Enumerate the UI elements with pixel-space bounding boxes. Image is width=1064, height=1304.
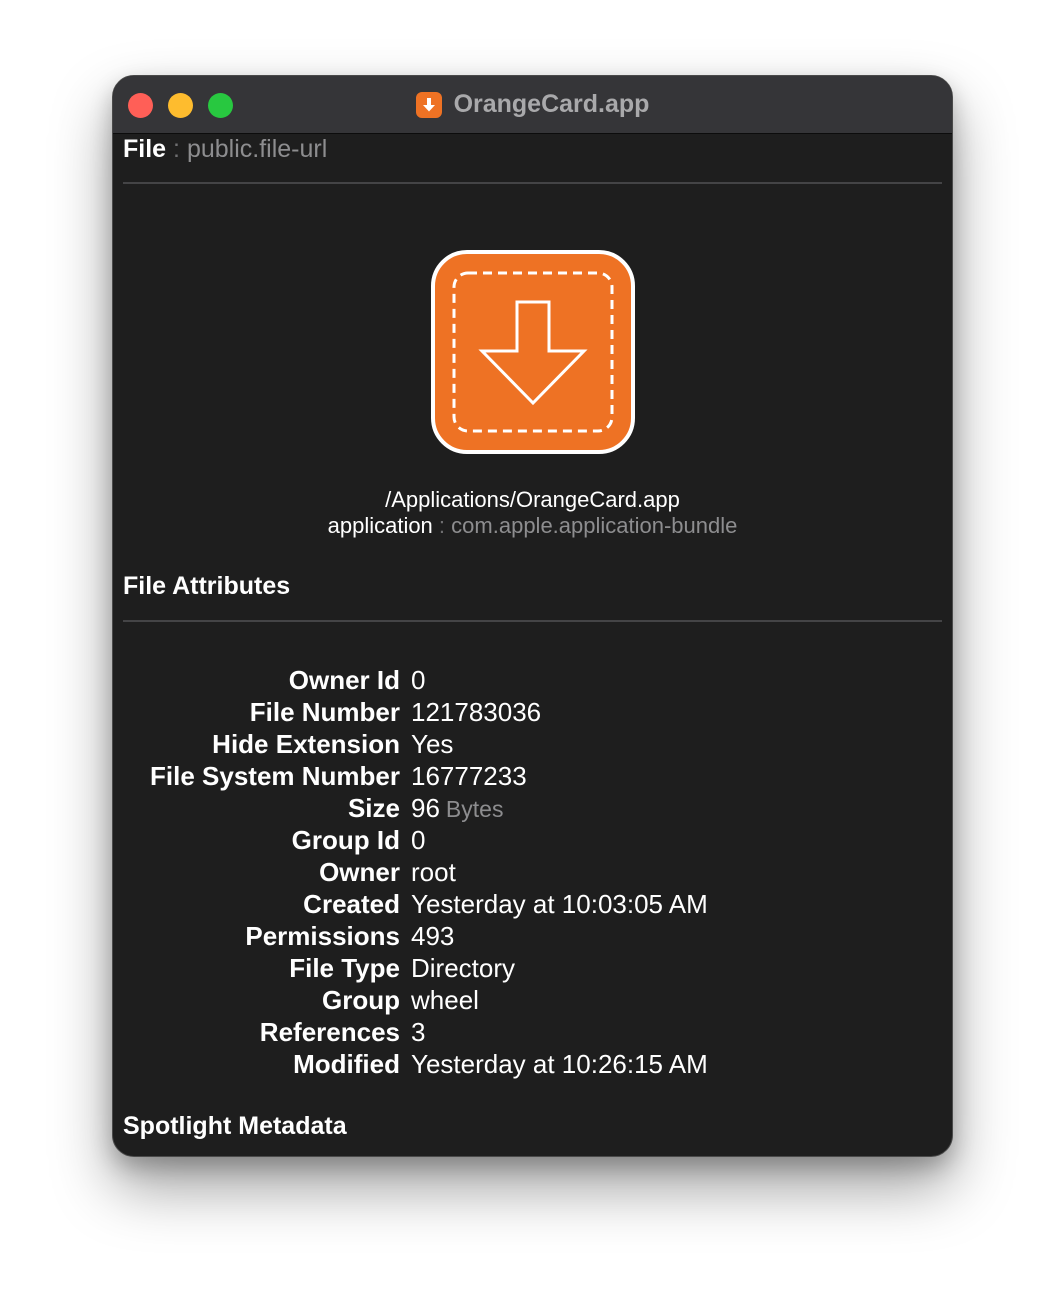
attribute-value: root (411, 857, 456, 887)
attribute-value: 493 (411, 921, 455, 951)
divider (123, 620, 942, 622)
attribute-row-owner: Owner root (113, 856, 952, 888)
file-kind-label: application (327, 513, 433, 538)
file-uti: com.apple.application-bundle (451, 513, 738, 538)
attribute-key: File Type (289, 953, 400, 983)
attribute-key: Hide Extension (212, 729, 400, 759)
attribute-row-created: Created Yesterday at 10:03:05 AM (113, 888, 952, 920)
spotlight-metadata-heading: Spotlight Metadata (123, 1112, 347, 1140)
window-title: OrangeCard.app (453, 90, 650, 118)
attribute-row-group: Group wheel (113, 984, 952, 1016)
attribute-key: Permissions (245, 921, 400, 951)
file-path: /Applications/OrangeCard.app (385, 487, 680, 512)
orangecard-app-icon (431, 250, 635, 454)
download-arrow-icon (415, 91, 442, 118)
size-unit: Bytes (445, 796, 504, 822)
attribute-row-hide-extension: Hide Extension Yes (113, 728, 952, 760)
attribute-value: 96 Bytes (411, 793, 504, 823)
attribute-value: Directory (411, 953, 516, 983)
file-attributes-heading: File Attributes (123, 572, 291, 600)
attribute-value: 0 (411, 665, 426, 695)
attributes-list: Owner Id 0 File Number 121783036 Hide Ex… (113, 664, 952, 1080)
attribute-key: File Number (249, 697, 400, 727)
attribute-key: Group Id (291, 825, 400, 855)
attribute-value: wheel (411, 985, 479, 1015)
attribute-value: 16777233 (411, 761, 527, 791)
attribute-row-references: References 3 (113, 1016, 952, 1048)
attribute-row-size: Size 96 Bytes (113, 792, 952, 824)
attribute-key: Modified (293, 1049, 400, 1079)
divider (123, 182, 942, 184)
colon-separator: : (438, 513, 446, 538)
title-bar[interactable]: OrangeCard.app (113, 76, 952, 134)
inspector-window: OrangeCard.app File : public.file-url /A… (112, 75, 953, 1157)
attribute-row-permissions: Permissions 493 (113, 920, 952, 952)
attribute-key: References (259, 1017, 400, 1047)
attribute-value: 3 (411, 1017, 426, 1047)
attribute-value: Yes (411, 729, 454, 759)
file-kind-line: application : com.apple.application-bund… (113, 513, 952, 539)
attribute-key: Size (347, 793, 400, 823)
attribute-key: Owner (319, 857, 400, 887)
file-type-label: File (123, 135, 167, 163)
attribute-row-file-system-number: File System Number 16777233 (113, 760, 952, 792)
attribute-value: 0 (411, 825, 426, 855)
window-title-group: OrangeCard.app (113, 76, 952, 133)
uti-header: File : public.file-url (123, 135, 327, 164)
attribute-key: Created (303, 889, 400, 919)
colon-separator: : (173, 135, 180, 163)
attribute-value: Yesterday at 10:26:15 AM (411, 1049, 708, 1079)
attribute-key: Group (322, 985, 400, 1015)
file-type-value: public.file-url (186, 135, 328, 163)
attribute-row-file-type: File Type Directory (113, 952, 952, 984)
attribute-row-owner-id: Owner Id 0 (113, 664, 952, 696)
attribute-row-modified: Modified Yesterday at 10:26:15 AM (113, 1048, 952, 1080)
attribute-row-group-id: Group Id 0 (113, 824, 952, 856)
attribute-key: File System Number (150, 761, 400, 791)
attribute-row-file-number: File Number 121783036 (113, 696, 952, 728)
attribute-value: Yesterday at 10:03:05 AM (411, 889, 708, 919)
attribute-value: 121783036 (411, 697, 542, 727)
attribute-key: Owner Id (288, 665, 400, 695)
